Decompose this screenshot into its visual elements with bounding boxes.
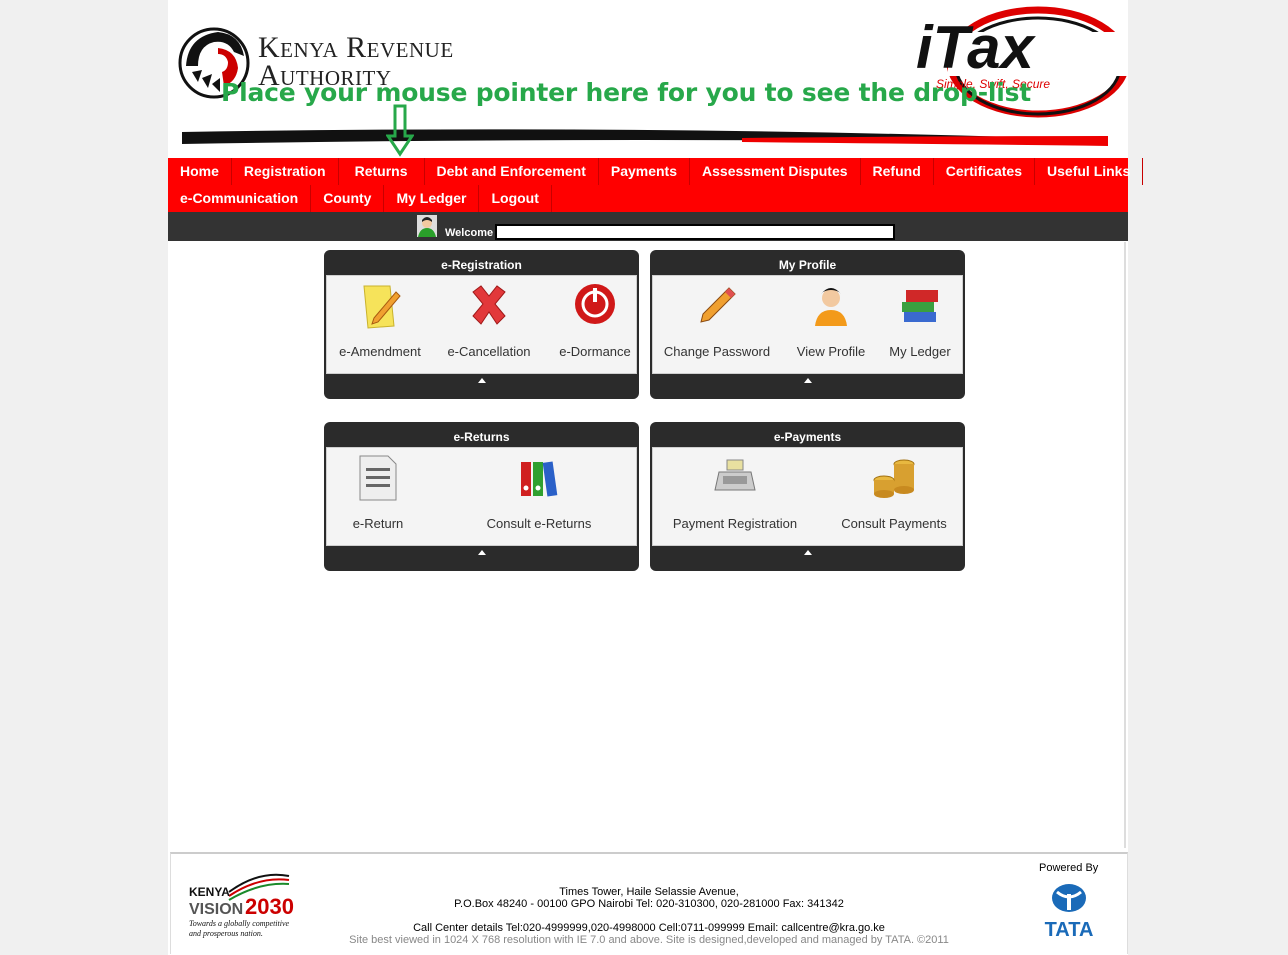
tile-label: e-Dormance [559, 344, 631, 359]
tile-payment-registration[interactable]: Payment Registration [665, 454, 805, 531]
person-icon [815, 288, 847, 326]
panel-body: Payment Registration Consult Payments [652, 447, 963, 546]
tile-label: Change Password [663, 344, 771, 359]
redacted-username [495, 224, 895, 240]
nav-county[interactable]: County [311, 185, 385, 212]
nav-home[interactable]: Home [168, 158, 232, 185]
tata-logo: TATA [1045, 884, 1094, 938]
tile-consult-e-returns[interactable]: Consult e-Returns [477, 454, 601, 531]
nav-payments[interactable]: Payments [599, 158, 691, 185]
tile-e-dormance[interactable]: e-Dormance [553, 282, 637, 359]
tile-e-cancellation[interactable]: e-Cancellation [441, 282, 537, 359]
notepad-pencil-icon [363, 285, 401, 329]
powered-by-label: Powered By [1039, 862, 1099, 874]
panel-collapse-toggle[interactable] [324, 546, 639, 571]
coins-icon [873, 459, 915, 498]
panel-title: e-Registration [441, 258, 522, 272]
tile-my-ledger[interactable]: My Ledger [881, 282, 959, 359]
mouse-hint-text: Place your mouse pointer here for you to… [221, 78, 1032, 107]
panel-e-returns: e-Returns e-Return Consult e-Returns [324, 422, 639, 571]
tile-e-amendment[interactable]: e-Amendment [335, 282, 425, 359]
nav-certificates[interactable]: Certificates [934, 158, 1036, 185]
panel-collapse-toggle[interactable] [324, 374, 639, 399]
footer: KENYA VISION 2030 Towards a globally com… [170, 852, 1128, 954]
tile-label: Consult Payments [841, 516, 947, 531]
power-icon [575, 284, 615, 324]
red-x-icon [472, 285, 506, 325]
tile-label: Consult e-Returns [486, 516, 592, 531]
panel-e-registration: e-Registration e-Amendment e-Cancellatio… [324, 250, 639, 399]
nav-returns[interactable]: Returns [339, 158, 425, 185]
pencil-icon [700, 287, 736, 323]
nav-debt-enforcement[interactable]: Debt and Enforcement [425, 158, 599, 185]
header-swoosh [182, 129, 1108, 146]
collapse-arrow-icon [803, 378, 812, 383]
nav-e-communication[interactable]: e-Communication [168, 185, 312, 212]
address-line-2: P.O.Box 48240 - 00100 GPO Nairobi Tel: 0… [454, 898, 844, 910]
nav-my-ledger[interactable]: My Ledger [384, 185, 480, 212]
nav-row-2: e-Communication County My Ledger Logout [168, 185, 552, 212]
kra-title-line1: Kenya Revenue [258, 31, 454, 64]
nav-registration[interactable]: Registration [232, 158, 339, 185]
collapse-arrow-icon [477, 378, 486, 383]
tile-label: e-Cancellation [447, 344, 531, 359]
books-icon [902, 290, 938, 322]
page: Kenya Revenue Authority iTax Simple, Swi… [168, 0, 1144, 955]
tile-label: View Profile [796, 344, 866, 359]
tile-e-return[interactable]: e-Return [333, 454, 423, 531]
tile-label: e-Amendment [339, 344, 421, 359]
down-arrow-icon [386, 104, 414, 157]
main-nav: Home Registration Returns Debt and Enfor… [168, 158, 1144, 212]
cash-register-icon [714, 459, 756, 491]
panel-e-payments: e-Payments Payment Registration Consult … [650, 422, 965, 571]
collapse-arrow-icon [803, 550, 812, 555]
nav-refund[interactable]: Refund [861, 158, 934, 185]
nav-row-1: Home Registration Returns Debt and Enfor… [168, 158, 1144, 185]
panel-body: e-Amendment e-Cancellation e-Dormance [326, 275, 637, 374]
callcenter-line: Call Center details Tel:020-4999999,020-… [413, 922, 885, 934]
nav-assessment-disputes[interactable]: Assessment Disputes [690, 158, 861, 185]
user-avatar-icon [417, 215, 437, 237]
header: Kenya Revenue Authority iTax Simple, Swi… [168, 0, 1128, 158]
tile-label: My Ledger [889, 344, 951, 359]
panel-collapse-toggle[interactable] [650, 546, 965, 571]
binders-icon [521, 461, 558, 497]
panel-body: e-Return Consult e-Returns [326, 447, 637, 546]
tile-consult-payments[interactable]: Consult Payments [825, 454, 963, 531]
itax-brand: iTax [916, 14, 1036, 81]
tile-change-password[interactable]: Change Password [657, 282, 777, 359]
collapse-arrow-icon [477, 550, 486, 555]
panel-my-profile: My Profile Change Password View Profile [650, 250, 965, 399]
tile-label: e-Return [352, 516, 404, 531]
nav-useful-links[interactable]: Useful Links [1035, 158, 1144, 185]
panel-title: My Profile [778, 258, 837, 272]
tata-wordmark: TATA [1045, 919, 1094, 938]
tile-view-profile[interactable]: View Profile [789, 282, 873, 359]
address-line-1: Times Tower, Haile Selassie Avenue, [559, 886, 739, 898]
tile-label: Payment Registration [672, 516, 798, 531]
welcome-label: Welcome [445, 227, 494, 239]
nav-logout[interactable]: Logout [479, 185, 552, 212]
panel-collapse-toggle[interactable] [650, 374, 965, 399]
panel-body: Change Password View Profile My Ledger [652, 275, 963, 374]
content-divider [1124, 242, 1126, 848]
welcome-bar: Welcome [168, 212, 1128, 241]
copyright-line: Site best viewed in 1024 X 768 resolutio… [349, 934, 949, 946]
panel-title: e-Returns [453, 430, 510, 444]
panel-title: e-Payments [773, 430, 842, 444]
document-icon [359, 455, 397, 501]
